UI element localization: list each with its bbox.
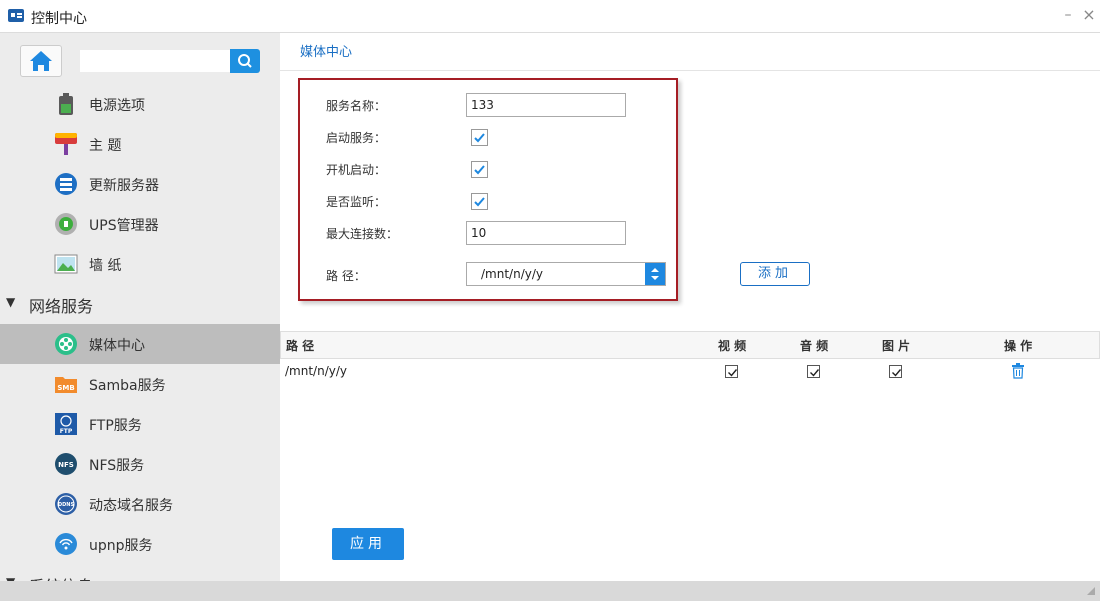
- apply-button[interactable]: 应用: [332, 528, 404, 560]
- service-form: 服务名称： 启动服务： 开机启动： 是否监听： 最大连接数： 路 径： /mnt…: [298, 78, 678, 301]
- nfs-icon: NFS: [55, 453, 77, 475]
- sidebar-item-samba[interactable]: SMB Samba服务: [0, 364, 280, 404]
- sidebar-item-update-server[interactable]: 更新服务器: [0, 164, 280, 204]
- path-cell: /mnt/n/y/y: [285, 364, 347, 378]
- spinner-arrows-icon[interactable]: [645, 263, 665, 285]
- start-service-checkbox[interactable]: [471, 129, 488, 146]
- boot-start-checkbox[interactable]: [471, 161, 488, 178]
- samba-icon: SMB: [55, 377, 77, 393]
- sidebar-item-ftp[interactable]: FTP FTP服务: [0, 404, 280, 444]
- ddns-badge-text: DDNS: [58, 502, 74, 508]
- path-select[interactable]: /mnt/n/y/y: [466, 262, 666, 286]
- trash-icon[interactable]: [1011, 363, 1025, 379]
- home-icon: [30, 51, 52, 71]
- search-button[interactable]: [230, 49, 260, 73]
- search-input[interactable]: [80, 50, 230, 72]
- service-name-input[interactable]: [466, 93, 626, 117]
- ftp-icon: FTP: [55, 413, 77, 435]
- path-label: 路 径：: [326, 269, 366, 283]
- section-system-info[interactable]: ▼ 系统信息: [0, 567, 280, 581]
- checkmark-icon: [810, 369, 820, 377]
- start-service-label: 启动服务：: [326, 131, 387, 145]
- sidebar-item-ups[interactable]: UPS管理器: [0, 204, 280, 244]
- video-checkbox[interactable]: [725, 365, 738, 378]
- checkmark-icon: [728, 369, 738, 377]
- table-row: /mnt/n/y/y: [280, 359, 1100, 385]
- sidebar-item-label: FTP服务: [89, 418, 142, 434]
- divider: [280, 70, 1100, 71]
- home-button[interactable]: [20, 45, 62, 77]
- service-name-label: 服务名称：: [326, 99, 387, 113]
- samba-badge-text: SMB: [57, 384, 74, 392]
- monitor-label: 是否监听：: [326, 195, 387, 209]
- sidebar-item-nfs[interactable]: NFS NFS服务: [0, 444, 280, 484]
- paint-roller-icon: [55, 133, 77, 155]
- add-button[interactable]: 添加: [740, 262, 810, 286]
- boot-start-label: 开机启动：: [326, 163, 387, 177]
- checkmark-icon: [892, 369, 902, 377]
- sidebar-item-power[interactable]: 电源选项: [0, 84, 280, 124]
- resize-grip-icon[interactable]: [1084, 584, 1096, 596]
- control-panel-icon: [8, 9, 24, 22]
- column-header-image: 图 片: [882, 339, 911, 353]
- sidebar-item-upnp[interactable]: upnp服务: [0, 524, 280, 564]
- nfs-badge-text: NFS: [58, 461, 74, 469]
- sidebar-item-label: 动态域名服务: [89, 498, 173, 514]
- image-checkbox[interactable]: [889, 365, 902, 378]
- column-header-audio: 音 频: [800, 339, 829, 353]
- section-network-services[interactable]: ▼ 网络服务: [0, 287, 280, 321]
- sidebar-item-label: 主 题: [89, 138, 122, 154]
- collapse-arrow-icon: ▼: [6, 295, 16, 309]
- max-connections-label: 最大连接数：: [326, 227, 399, 241]
- battery-icon: [59, 93, 73, 115]
- column-header-path: 路 径: [286, 339, 315, 353]
- sidebar-item-label: 电源选项: [89, 98, 145, 114]
- page-title: 媒体中心: [300, 45, 353, 60]
- max-connections-input[interactable]: [466, 221, 626, 245]
- sidebar-item-label: 墙 纸: [89, 258, 122, 274]
- ups-icon: [55, 213, 77, 235]
- sidebar-item-label: Samba服务: [89, 378, 166, 394]
- ftp-badge-text: FTP: [60, 428, 73, 435]
- section-label: 网络服务: [29, 297, 94, 316]
- sidebar-item-ddns[interactable]: DDNS 动态域名服务: [0, 484, 280, 524]
- sidebar: 电源选项 主 题 更新服务器 UPS管理器 墙 纸 ▼ 网络服务 媒体中心 SM…: [0, 33, 280, 581]
- upnp-icon: [55, 533, 77, 555]
- minimize-button[interactable]: –: [1060, 7, 1076, 23]
- sidebar-item-label: UPS管理器: [89, 218, 159, 234]
- checkmark-icon: [474, 165, 485, 175]
- search-icon: [238, 54, 252, 68]
- section-label: 系统信息: [29, 573, 93, 581]
- main-panel: 媒体中心 服务名称： 启动服务： 开机启动： 是否监听： 最大连接数： 路 径：…: [280, 33, 1100, 581]
- title-bar: 控制中心 – ×: [0, 0, 1100, 33]
- sidebar-item-label: NFS服务: [89, 458, 145, 474]
- checkmark-icon: [474, 133, 485, 143]
- wallpaper-icon: [54, 254, 78, 274]
- ddns-icon: DDNS: [55, 493, 77, 515]
- column-header-action: 操 作: [1004, 339, 1033, 353]
- server-icon: [55, 173, 77, 195]
- sidebar-item-wallpaper[interactable]: 墙 纸: [0, 244, 280, 284]
- sidebar-item-label: upnp服务: [89, 538, 153, 554]
- sidebar-item-media-center[interactable]: 媒体中心: [0, 324, 280, 364]
- film-reel-icon: [55, 333, 77, 355]
- monitor-checkbox[interactable]: [471, 193, 488, 210]
- sidebar-item-theme[interactable]: 主 题: [0, 124, 280, 164]
- table-header: 路 径 视 频 音 频 图 片 操 作: [280, 331, 1100, 359]
- path-select-value: /mnt/n/y/y: [481, 267, 543, 281]
- audio-checkbox[interactable]: [807, 365, 820, 378]
- sidebar-item-label: 媒体中心: [89, 338, 145, 354]
- status-bar: [0, 581, 1100, 601]
- window-title: 控制中心: [31, 11, 87, 27]
- sidebar-item-label: 更新服务器: [89, 178, 159, 194]
- close-button[interactable]: ×: [1081, 7, 1097, 23]
- column-header-video: 视 频: [718, 339, 747, 353]
- checkmark-icon: [474, 197, 485, 207]
